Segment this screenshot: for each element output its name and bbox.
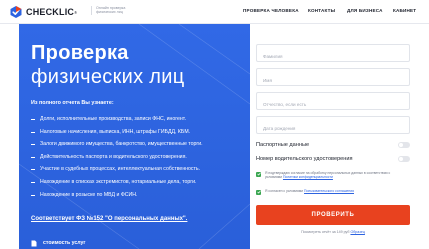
- nav-item-business[interactable]: ДЛЯ БИЗНЕСА: [347, 8, 383, 13]
- passport-toggle[interactable]: [398, 142, 410, 148]
- checkmark-icon: [256, 190, 261, 194]
- feature-item: Нахождение в списках экстремистов, нотар…: [31, 179, 203, 192]
- page: CHECKLIC ® Онлайн проверка физических ли…: [0, 0, 429, 249]
- registered-mark: ®: [74, 9, 78, 15]
- privacy-consent-checkbox[interactable]: [256, 171, 261, 177]
- privacy-policy-link[interactable]: Политики конфиденциальности: [283, 175, 333, 179]
- lastname-input[interactable]: [257, 48, 409, 65]
- checklic-logo-icon: [9, 5, 23, 19]
- hero-title-line2: физических лиц: [31, 66, 185, 88]
- document-icon: [31, 234, 37, 249]
- firstname-field[interactable]: [256, 68, 410, 89]
- feature-item: Действительность паспорта и водительског…: [31, 154, 203, 167]
- price-label: стоимость услуг: [43, 240, 86, 246]
- dash-icon: [31, 119, 35, 120]
- dash-icon: [31, 156, 35, 158]
- birthdate-input[interactable]: [257, 120, 409, 137]
- logo[interactable]: CHECKLIC ®: [9, 5, 77, 19]
- privacy-consent-text: Я подтверждаю согласие на обработку перс…: [265, 171, 391, 180]
- feature-item: Нахождение в розыске по МВД и ФСИН.: [31, 192, 203, 205]
- lastname-field[interactable]: [256, 44, 410, 65]
- terms-consent-row: Я согласен с условиями Пользовательского…: [256, 189, 410, 195]
- patronymic-field[interactable]: [256, 92, 410, 113]
- birthdate-field[interactable]: [256, 116, 410, 137]
- nav-item-cabinet[interactable]: КАБИНЕТ: [393, 8, 416, 13]
- patronymic-input[interactable]: [257, 96, 409, 113]
- nav-item-check-person[interactable]: ПРОВЕРКА ЧЕЛОВЕКА: [243, 8, 299, 13]
- hero-intro: Из полного отчета Вы узнаете:: [31, 100, 114, 106]
- example-report-link[interactable]: Образец: [350, 230, 364, 234]
- user-agreement-link[interactable]: Пользовательского соглашения: [304, 189, 354, 193]
- dash-icon: [31, 131, 35, 133]
- feature-item: Залоги движимого имущества, банкротство,…: [31, 141, 203, 154]
- dash-icon: [31, 169, 35, 171]
- law-compliance-link[interactable]: Соответствует ФЗ №152 "О персональных да…: [31, 216, 187, 222]
- dash-icon: [31, 181, 35, 183]
- terms-consent-text: Я согласен с условиями Пользовательского…: [265, 189, 354, 193]
- price-link[interactable]: стоимость услуг: [31, 234, 86, 249]
- check-button[interactable]: ПРОВЕРИТЬ: [256, 205, 410, 225]
- header: CHECKLIC ® Онлайн проверка физических ли…: [0, 0, 429, 24]
- license-toggle[interactable]: [398, 156, 410, 162]
- passport-toggle-row[interactable]: Паспортные данные: [256, 140, 410, 150]
- firstname-input[interactable]: [257, 72, 409, 89]
- brand-name: CHECKLIC: [26, 7, 75, 17]
- terms-consent-checkbox[interactable]: [256, 189, 261, 195]
- feature-item: Налоговые начисления, выписка, ИНН, штра…: [31, 129, 203, 142]
- checkmark-icon: [256, 172, 261, 176]
- brand-tagline: Онлайн проверка физических лиц: [91, 6, 133, 15]
- feature-item: Долги, исполнительные производства, запи…: [31, 116, 203, 129]
- privacy-consent-row: Я подтверждаю согласие на обработку перс…: [256, 171, 410, 179]
- license-toggle-label: Номер водительского удостоверения: [256, 156, 353, 162]
- license-toggle-row[interactable]: Номер водительского удостоверения: [256, 154, 410, 164]
- hero-title-line1: Проверка: [31, 42, 129, 64]
- feature-item: Участие в судебных процессах, интеллекту…: [31, 166, 203, 179]
- feature-list: Долги, исполнительные производства, запи…: [31, 116, 203, 204]
- example-report-note: Посмотреть отчёт за 149 руб Образец: [301, 230, 365, 234]
- passport-toggle-label: Паспортные данные: [256, 142, 310, 148]
- hero-panel: Проверка физических лиц Из полного отчет…: [19, 24, 250, 249]
- dash-icon: [31, 194, 35, 196]
- nav-item-contacts[interactable]: КОНТАКТЫ: [308, 8, 335, 13]
- dash-icon: [31, 144, 35, 146]
